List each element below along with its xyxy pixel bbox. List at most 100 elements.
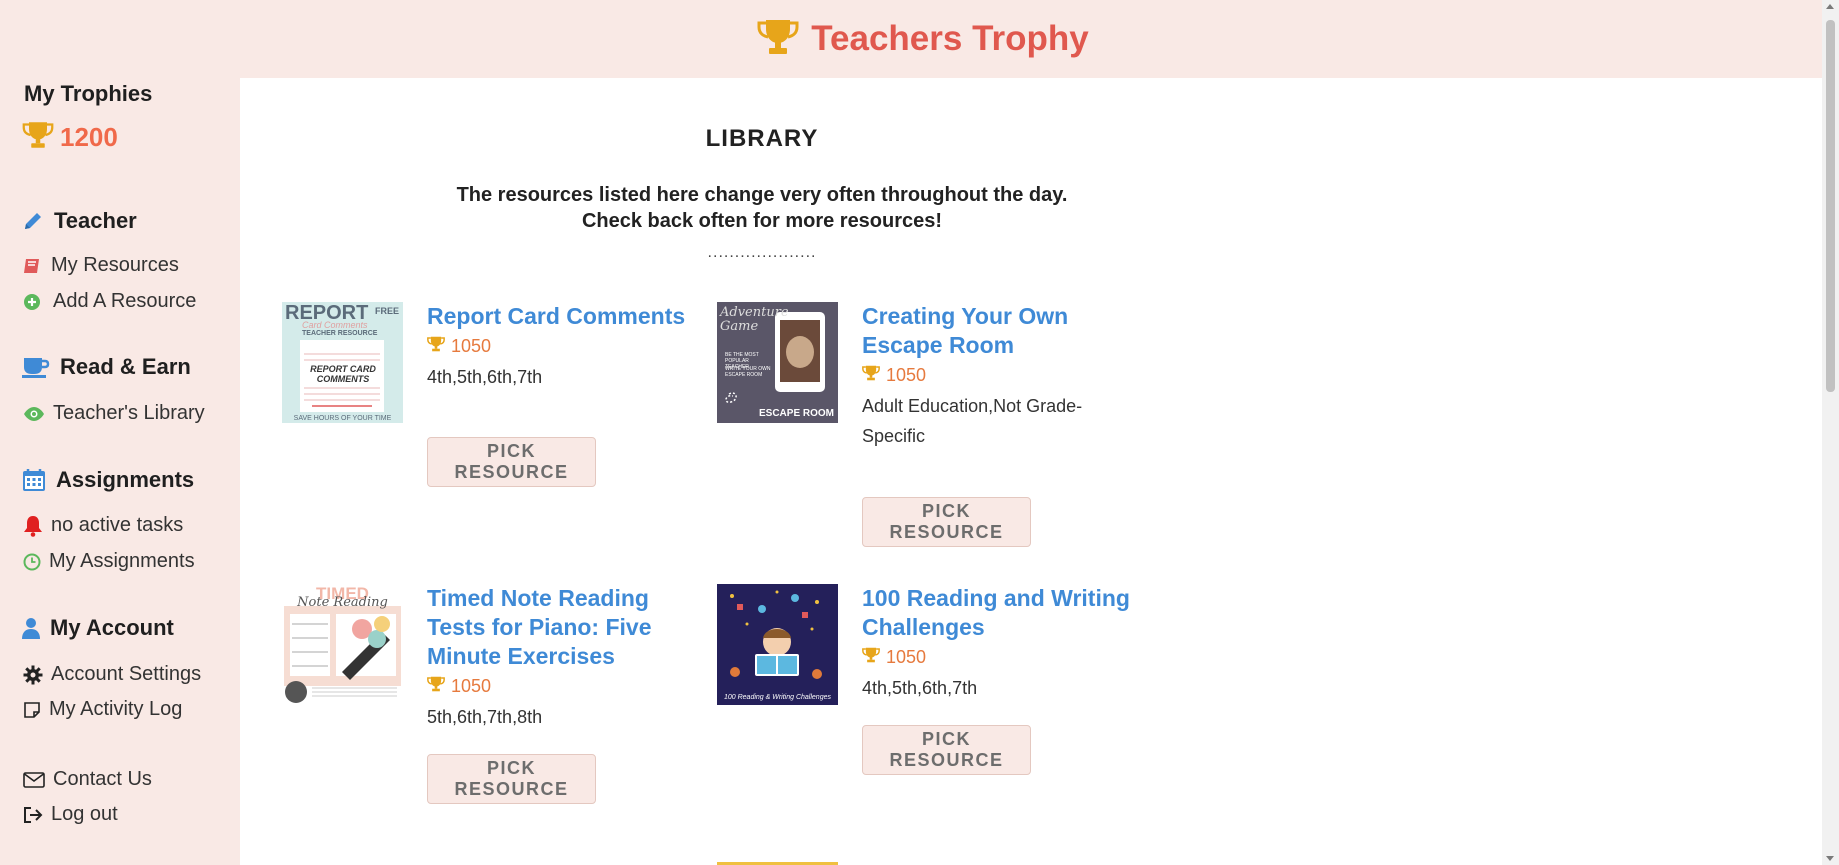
resource-info: Timed Note Reading Tests for Piano: Five…: [427, 584, 702, 732]
sidebar-item-account-settings[interactable]: Account Settings: [23, 663, 201, 686]
resource-title-link[interactable]: Creating Your Own Escape Room: [862, 302, 1137, 360]
pick-resource-button[interactable]: PICK RESOURCE: [862, 497, 1031, 547]
library-description-line-2: Check back often for more resources!: [581, 210, 943, 232]
resource-price-value: 1050: [886, 647, 927, 667]
thumb-footer: SAVE HOURS OF YOUR TIME: [293, 415, 392, 422]
sidebar-item-logout[interactable]: Log out: [23, 803, 118, 826]
resource-title-link[interactable]: 100 Reading and Writing Challenges: [862, 584, 1137, 642]
resource-grades: 4th,5th,6th,7th: [427, 367, 543, 387]
resource-thumbnail[interactable]: 100 Reading & Writing Challenges: [717, 584, 838, 705]
assignments-heading-label: Assignments: [56, 467, 195, 492]
page-scrollbar[interactable]: [1822, 0, 1839, 865]
sidebar-item-label: My Activity Log: [49, 698, 183, 720]
thumb-handwritten: REPORT CARD COMMENTS: [310, 364, 376, 384]
sidebar-item-label: My Assignments: [49, 550, 195, 572]
sidebar-item-label: Log out: [51, 803, 118, 825]
sidebar-item-label: Contact Us: [53, 768, 152, 790]
resource-thumbnail[interactable]: REPORT FREE Card Comments TEACHER RESOUR…: [282, 302, 403, 423]
trophy-count: 1200: [60, 122, 118, 152]
note-icon: [23, 701, 41, 719]
resource-title-link[interactable]: Timed Note Reading Tests for Piano: Five…: [427, 584, 702, 671]
scrollbar-thumb[interactable]: [1826, 20, 1835, 392]
pick-resource-button[interactable]: PICK RESOURCE: [427, 437, 596, 487]
resource-price: 1050: [427, 335, 702, 358]
resource-price-value: 1050: [886, 365, 927, 385]
trophy-balance: 1200: [22, 120, 118, 155]
my-account-heading-label: My Account: [50, 615, 174, 640]
read-earn-heading: Read & Earn: [22, 354, 191, 380]
calendar-icon: [22, 468, 46, 492]
sidebar-item-teachers-library[interactable]: Teacher's Library: [23, 402, 205, 425]
library-description: The resources listed here change very of…: [240, 182, 1284, 234]
sidebar-item-my-resources[interactable]: My Resources: [23, 254, 179, 277]
library-description-line-1: The resources listed here change very of…: [456, 184, 1068, 206]
trophy-icon: [862, 364, 880, 387]
trophy-icon: [427, 335, 445, 358]
scroll-up-arrow-icon[interactable]: [1826, 4, 1834, 9]
thumb-line-2: WRITE YOUR OWN ESCAPE ROOM: [725, 366, 771, 378]
resource-info: Report Card Comments 1050 4th,5th,6th,7t…: [427, 302, 702, 392]
main-content: LIBRARY The resources listed here change…: [240, 78, 1822, 865]
plus-circle-icon: [23, 293, 41, 311]
scroll-down-arrow-icon[interactable]: [1826, 856, 1834, 861]
sidebar-item-label: Add A Resource: [53, 290, 197, 312]
teacher-heading-label: Teacher: [54, 208, 137, 233]
trophy-icon: [427, 675, 445, 698]
pick-resource-button[interactable]: PICK RESOURCE: [862, 725, 1031, 775]
trophy-icon: [757, 17, 799, 62]
sign-out-icon: [23, 806, 43, 824]
teacher-heading: Teacher: [22, 208, 137, 234]
thumb-script-title: Adventure Game: [720, 305, 789, 334]
resource-price-value: 1050: [451, 676, 492, 696]
thumb-script-title: Note Reading: [297, 595, 388, 610]
sidebar-item-label: no active tasks: [51, 514, 184, 536]
app-title: Teachers Trophy: [811, 19, 1089, 58]
pencil-icon: [22, 210, 44, 232]
resource-grades: 5th,6th,7th,8th: [427, 707, 543, 727]
sidebar-item-add-resource[interactable]: Add A Resource: [23, 290, 196, 313]
no-active-tasks: no active tasks: [23, 514, 183, 537]
resource-thumbnail[interactable]: TIMED Note Reading: [282, 584, 403, 705]
thumb-badge: FREE: [374, 306, 399, 316]
page-title: LIBRARY: [705, 125, 819, 152]
sidebar-item-label: Account Settings: [51, 663, 202, 685]
read-earn-heading-label: Read & Earn: [60, 354, 191, 379]
clock-icon: [23, 553, 41, 571]
thumb-subtitle: Card Comments: [302, 320, 368, 330]
trophy-icon: [22, 120, 54, 155]
my-account-heading: My Account: [22, 615, 174, 641]
resource-price: 1050: [862, 364, 1137, 387]
envelope-icon: [23, 771, 45, 788]
resource-price: 1050: [427, 675, 702, 698]
bell-icon: [23, 515, 43, 537]
eye-icon: [23, 406, 45, 422]
book-icon: [23, 257, 43, 275]
sidebar-item-my-assignments[interactable]: My Assignments: [23, 550, 195, 573]
trophy-icon: [862, 646, 880, 669]
resource-grades: Adult Education,Not Grade-Specific: [862, 396, 1083, 446]
pick-resource-button[interactable]: PICK RESOURCE: [427, 754, 596, 804]
thumb-footer: ESCAPE ROOM: [759, 408, 835, 419]
resource-price-value: 1050: [451, 336, 492, 356]
coffee-cup-icon: [22, 356, 50, 378]
resource-info: 100 Reading and Writing Challenges 1050 …: [862, 584, 1137, 703]
resource-thumbnail[interactable]: Adventure Game BE THE MOST POPULAR TEACH…: [717, 302, 838, 423]
assignments-heading: Assignments: [22, 467, 194, 493]
thumb-kind: TEACHER RESOURCE: [302, 330, 378, 337]
resource-price: 1050: [862, 646, 1137, 669]
gear-icon: [23, 665, 43, 685]
divider-dots: ....................: [707, 244, 817, 261]
top-bar: Teachers Trophy: [0, 0, 1822, 78]
sidebar-item-label: Teacher's Library: [53, 402, 205, 424]
thumb-footer: 100 Reading & Writing Challenges: [723, 694, 831, 701]
resource-info: Creating Your Own Escape Room 1050 Adult…: [862, 302, 1137, 451]
my-trophies-heading: My Trophies: [24, 81, 153, 106]
resource-grades: 4th,5th,6th,7th: [862, 678, 978, 698]
sidebar: My Trophies 1200 Teacher My Resources Ad…: [0, 78, 240, 865]
sidebar-item-activity-log[interactable]: My Activity Log: [23, 698, 182, 721]
sidebar-item-contact-us[interactable]: Contact Us: [23, 768, 152, 791]
resource-title-link[interactable]: Report Card Comments: [427, 302, 702, 331]
user-icon: [22, 617, 40, 639]
brand[interactable]: Teachers Trophy: [757, 17, 1089, 62]
sidebar-item-label: My Resources: [51, 254, 179, 276]
